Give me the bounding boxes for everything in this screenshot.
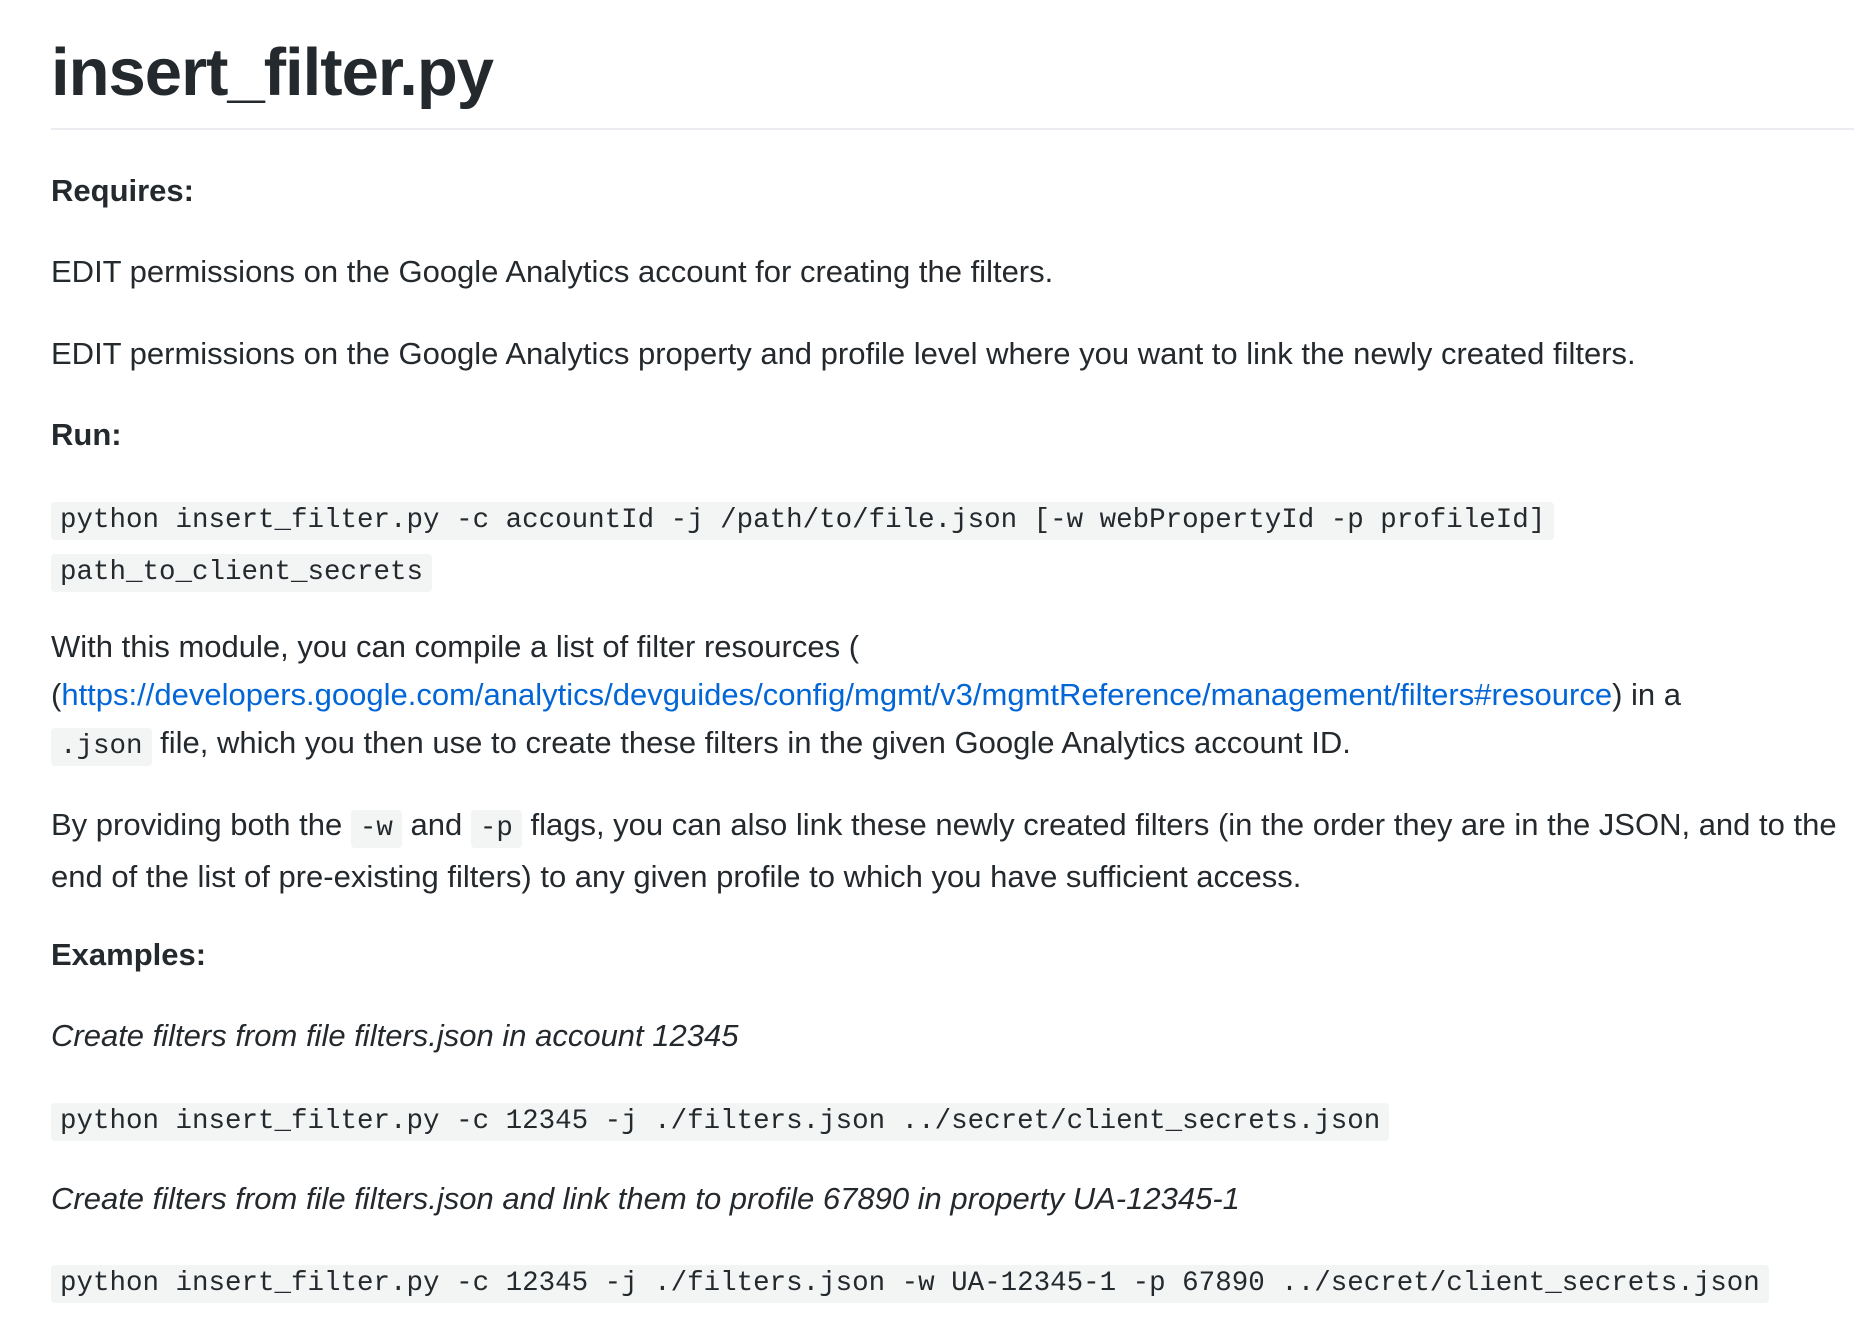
requires-heading: Requires: bbox=[51, 173, 194, 208]
run-command-paragraph: python insert_filter.py -c accountId -j … bbox=[51, 493, 1611, 597]
example-1-caption-text: Create filters from file filters.json in… bbox=[51, 1018, 739, 1053]
page-title: insert_filter.py bbox=[51, 35, 494, 110]
example-2-caption-text: Create filters from file filters.json an… bbox=[51, 1181, 1240, 1216]
readme-article: insert_filter.py Requires: EDIT permissi… bbox=[51, 0, 1854, 1303]
module-text-after-link: ) in a bbox=[1612, 677, 1682, 712]
example-2-command-code: python insert_filter.py -c 12345 -j ./fi… bbox=[51, 1265, 1769, 1303]
requires-property-text: EDIT permissions on the Google Analytics… bbox=[51, 336, 1636, 371]
flags-paragraph: By providing both the -w and -p flags, y… bbox=[51, 801, 1854, 901]
flags-text-2: and bbox=[401, 807, 471, 842]
flag-p-code: -p bbox=[470, 810, 522, 848]
flags-text-1: By providing both the bbox=[51, 807, 351, 842]
example-1-command-code: python insert_filter.py -c 12345 -j ./fi… bbox=[51, 1103, 1390, 1141]
examples-heading: Examples: bbox=[51, 937, 207, 972]
example-1-command-paragraph: python insert_filter.py -c 12345 -j ./fi… bbox=[51, 1094, 1390, 1146]
run-heading: Run: bbox=[51, 417, 122, 452]
example-2-caption: Create filters from file filters.json an… bbox=[51, 1175, 1240, 1223]
module-paragraph: With this module, you can compile a list… bbox=[51, 623, 1854, 771]
run-command-code: python insert_filter.py -c accountId -j … bbox=[51, 502, 1555, 592]
module-text-end: file, which you then use to create these… bbox=[151, 725, 1351, 760]
run-paragraph: Run: bbox=[51, 411, 122, 459]
requires-account-text: EDIT permissions on the Google Analytics… bbox=[51, 254, 1054, 289]
filters-resource-link[interactable]: https://developers.google.com/analytics/… bbox=[61, 677, 1612, 712]
module-text-before: With this module, you can compile a list… bbox=[51, 629, 860, 664]
title-divider bbox=[51, 128, 1854, 130]
requires-paragraph: Requires: bbox=[51, 167, 194, 215]
json-extension-code: .json bbox=[51, 728, 152, 766]
example-2-command-paragraph: python insert_filter.py -c 12345 -j ./fi… bbox=[51, 1256, 1769, 1308]
example-1-caption: Create filters from file filters.json in… bbox=[51, 1012, 738, 1060]
examples-paragraph: Examples: bbox=[51, 931, 206, 979]
flag-w-code: -w bbox=[350, 810, 402, 848]
